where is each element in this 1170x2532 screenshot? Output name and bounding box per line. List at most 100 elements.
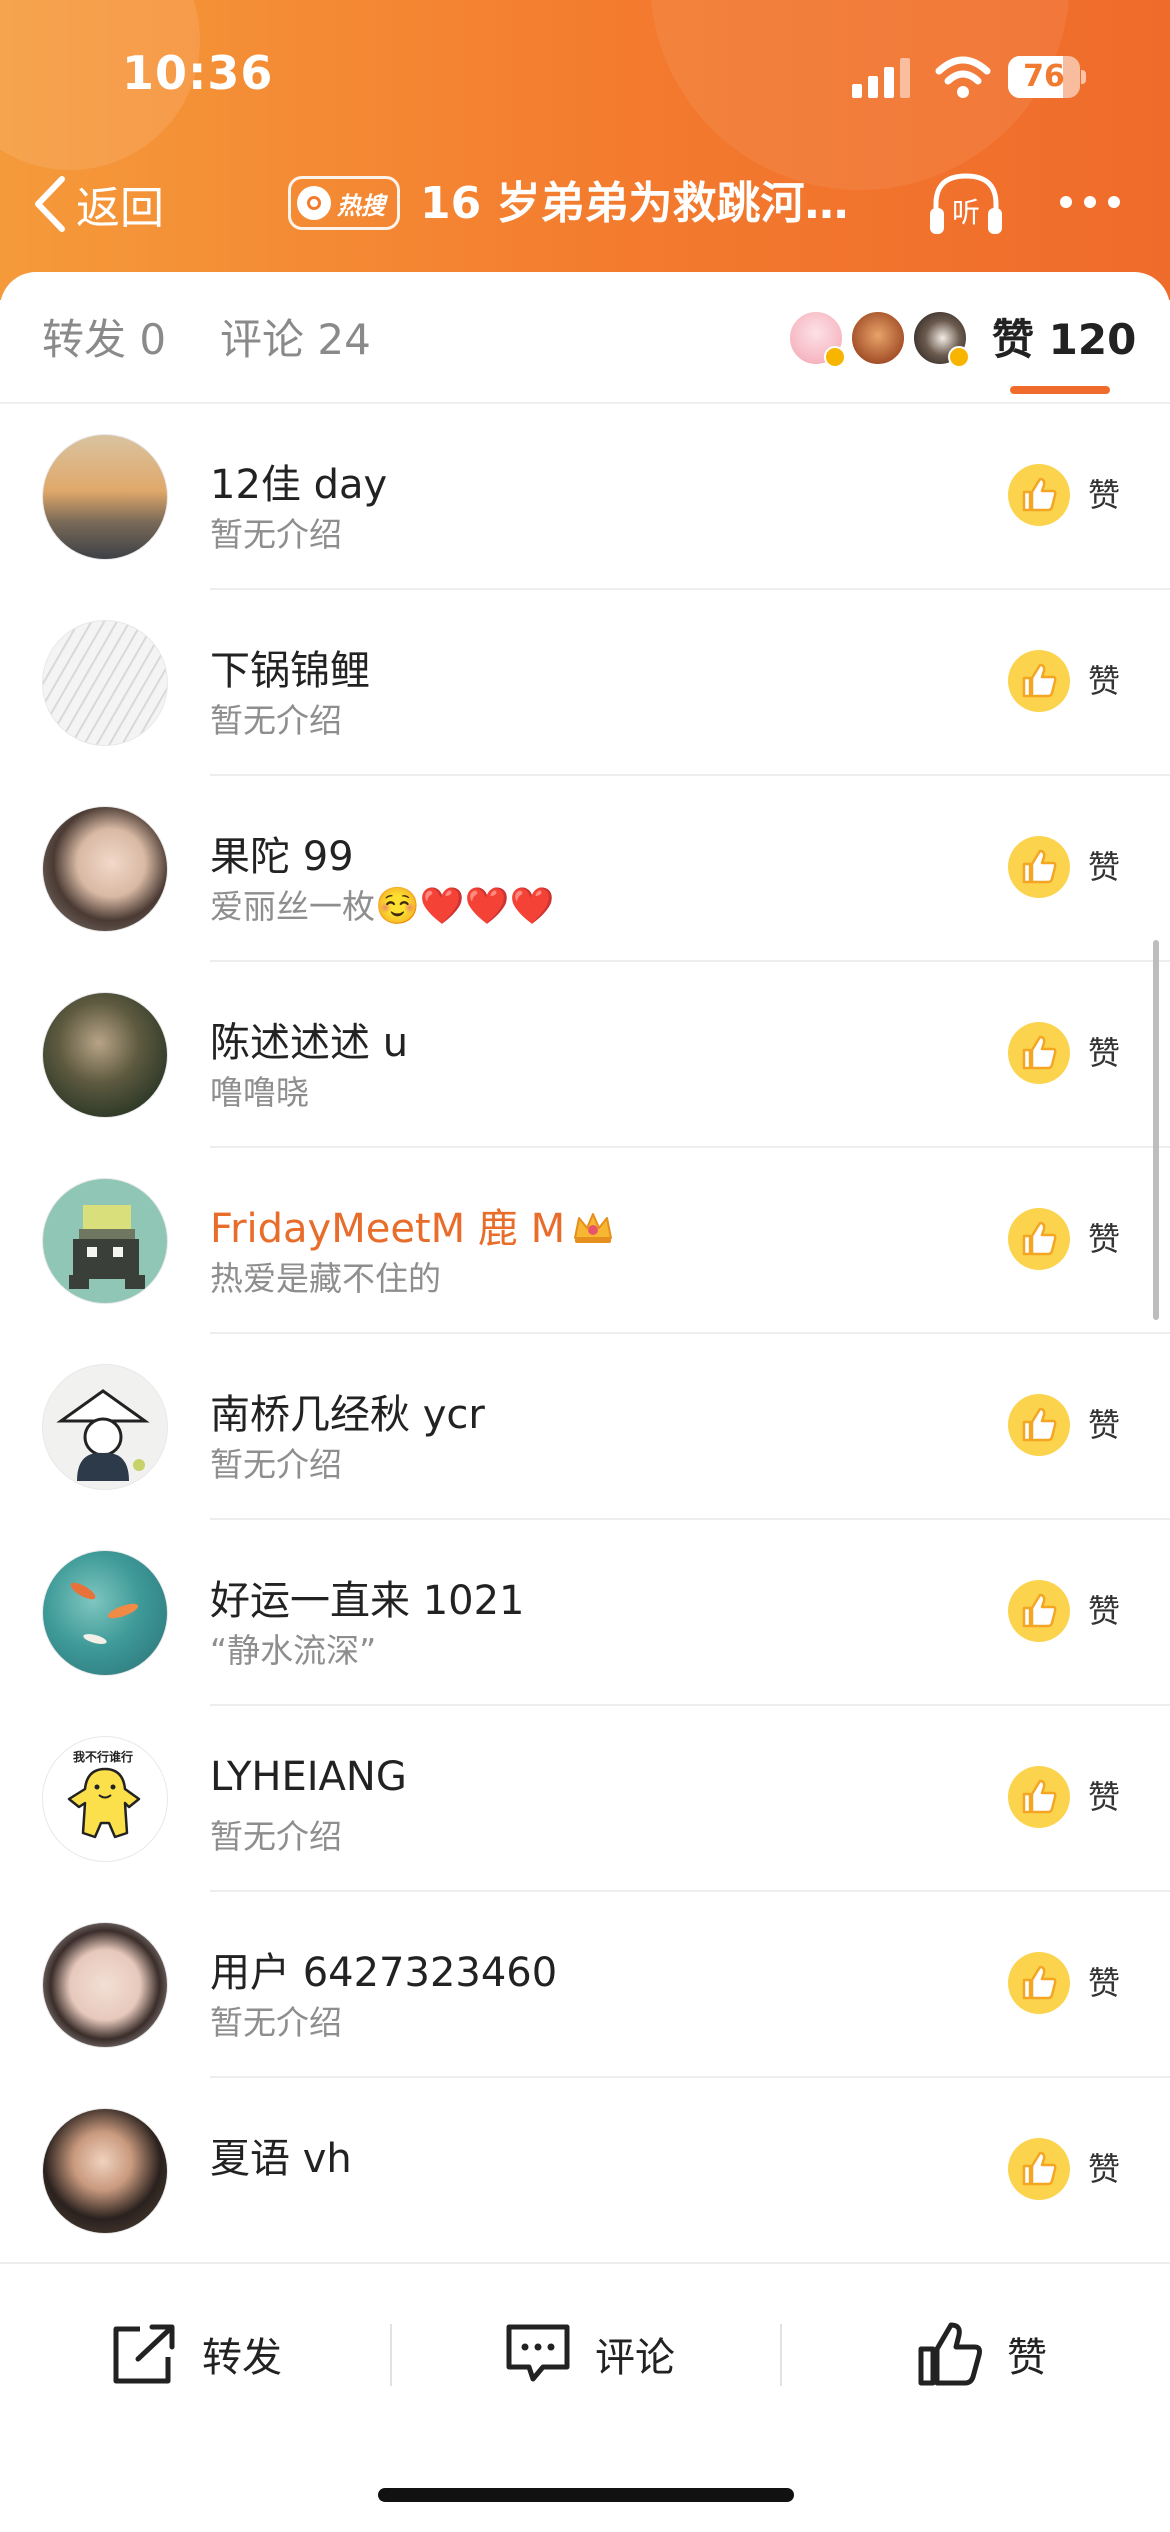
like-button[interactable] [1008, 1580, 1070, 1642]
scrollbar[interactable] [1153, 940, 1159, 1320]
share-icon [113, 2324, 175, 2384]
like-button[interactable] [1008, 464, 1070, 526]
home-indicator [378, 2488, 794, 2502]
list-item[interactable]: 好运一直来 1021 “静水流深” 赞 [0, 1520, 1170, 1706]
liker-name[interactable]: 下锅锦鲤 [210, 638, 370, 696]
liker-name[interactable]: 12佳 day [210, 452, 387, 510]
liker-name[interactable]: FridayMeetM 鹿 M [210, 1196, 615, 1254]
liker-mini-avatar[interactable] [850, 310, 906, 366]
back-label: 返回 [76, 183, 164, 234]
thumbs-up-icon [1022, 1035, 1057, 1070]
liker-name[interactable]: 夏语 vh [210, 2126, 352, 2184]
thumbs-up-icon [1022, 477, 1057, 512]
like-label: 赞 [1088, 2150, 1121, 2188]
like-label: 赞 [1088, 1964, 1121, 2002]
avatar[interactable] [42, 620, 168, 746]
verified-badge-icon [824, 346, 846, 368]
liker-bio: 暂无介绍 [210, 1445, 342, 1484]
like-label: 赞 [1088, 1406, 1121, 1444]
thumbs-up-icon [1022, 1965, 1057, 2000]
like-label: 赞 [1088, 476, 1121, 514]
thumbs-up-icon [1022, 2151, 1057, 2186]
like-button[interactable] [1008, 1022, 1070, 1084]
page-title: 16 岁弟弟为救跳河… [420, 178, 849, 229]
list-item[interactable]: 夏语 vh 赞 [0, 2078, 1170, 2264]
liker-mini-avatar[interactable] [912, 310, 970, 368]
status-time: 10:36 [122, 46, 274, 100]
more-dot-icon [1108, 196, 1120, 208]
avatar[interactable] [42, 434, 168, 560]
like-label: 赞 [1088, 662, 1121, 700]
liker-name[interactable]: 用户 6427323460 [210, 1940, 557, 1998]
liker-bio: 暂无介绍 [210, 1817, 342, 1856]
avatar[interactable] [42, 806, 168, 932]
avatar[interactable] [42, 1364, 168, 1490]
comment-button[interactable]: 评论 [503, 2314, 675, 2394]
like-button[interactable] [1008, 2138, 1070, 2200]
avatar[interactable] [42, 992, 168, 1118]
liker-bio-text: 爱丽丝一枚 [210, 887, 375, 926]
avatar[interactable] [42, 1178, 168, 1304]
verified-badge-icon [948, 346, 970, 368]
thumbs-up-icon [1022, 663, 1057, 698]
headphones-listen-icon[interactable]: 听 [928, 168, 1004, 238]
like-button[interactable] [1008, 1208, 1070, 1270]
svg-text:我不行谁行: 我不行谁行 [73, 1749, 133, 1764]
yellow-character-avatar-icon: 我不行谁行 [67, 1749, 141, 1839]
list-item[interactable]: 用户 6427323460 暂无介绍 赞 [0, 1892, 1170, 2078]
like-button[interactable] [1008, 836, 1070, 898]
like-post-button[interactable]: 赞 [915, 2314, 1047, 2394]
repost-label: 转发 [202, 2335, 282, 2381]
liker-name[interactable]: 好运一直来 1021 [210, 1568, 525, 1626]
wifi-icon [935, 56, 991, 98]
list-item[interactable]: 果陀 99 爱丽丝一枚☺️❤️❤️❤️ 赞 [0, 776, 1170, 962]
liker-name[interactable]: 南桥几经秋 ycr [210, 1382, 485, 1440]
avatar[interactable] [42, 1550, 168, 1676]
like-button[interactable] [1008, 1952, 1070, 2014]
divider [780, 2324, 782, 2386]
liker-bio: 暂无介绍 [210, 2003, 342, 2042]
liker-bio: “静水流深” [210, 1631, 377, 1670]
thumbs-up-icon [1022, 1779, 1057, 1814]
active-tab-indicator [1010, 386, 1110, 394]
tab-comment[interactable]: 评论 24 [220, 310, 371, 370]
more-dot-icon [1084, 196, 1096, 208]
list-item[interactable]: 我不行谁行 LYHEIANG 暂无介绍 赞 [0, 1706, 1170, 1892]
back-button[interactable]: 返回 [32, 172, 164, 236]
list-item[interactable]: FridayMeetM 鹿 M 热爱是藏不住的 赞 [0, 1148, 1170, 1334]
avatar[interactable] [42, 2108, 168, 2234]
list-item[interactable]: 下锅锦鲤 暂无介绍 赞 [0, 590, 1170, 776]
thumbs-up-icon [1022, 849, 1057, 884]
avatar[interactable] [42, 1922, 168, 2048]
avatar[interactable]: 我不行谁行 [42, 1736, 168, 1862]
list-item[interactable]: 12佳 day 暂无介绍 赞 [0, 404, 1170, 590]
like-button[interactable] [1008, 1766, 1070, 1828]
liker-name[interactable]: 陈述述述 u [210, 1010, 408, 1068]
repost-button[interactable]: 转发 [110, 2314, 282, 2394]
liker-mini-avatar[interactable] [788, 310, 846, 368]
straw-hat-avatar-icon [56, 1389, 150, 1481]
hot-search-badge[interactable]: 热搜 [288, 176, 400, 230]
liker-bio: 暂无介绍 [210, 701, 342, 740]
listen-label: 听 [952, 196, 980, 229]
battery-percent: 76 [1023, 59, 1065, 94]
like-button[interactable] [1008, 650, 1070, 712]
liker-name[interactable]: LYHEIANG [210, 1754, 407, 1800]
list-item[interactable]: 南桥几经秋 ycr 暂无介绍 赞 [0, 1334, 1170, 1520]
battery-indicator: 76 [1008, 56, 1086, 98]
like-label: 赞 [1088, 1220, 1121, 1258]
thumbs-up-icon [918, 2322, 982, 2386]
tab-like[interactable]: 赞 120 [992, 310, 1136, 370]
liker-bio: 热爱是藏不住的 [210, 1259, 441, 1298]
liker-name[interactable]: 果陀 99 [210, 824, 354, 882]
like-button[interactable] [1008, 1394, 1070, 1456]
crown-badge-icon [574, 1213, 613, 1243]
cellular-signal-icon [852, 58, 910, 98]
liker-bio: 暂无介绍 [210, 515, 342, 554]
list-item[interactable]: 陈述述述 u 噜噜晓 赞 [0, 962, 1170, 1148]
like-label: 赞 [1088, 1592, 1121, 1630]
tab-repost[interactable]: 转发 0 [42, 310, 166, 370]
like-post-label: 赞 [1007, 2335, 1047, 2381]
like-label: 赞 [1088, 848, 1121, 886]
more-options-button[interactable] [1060, 196, 1120, 208]
